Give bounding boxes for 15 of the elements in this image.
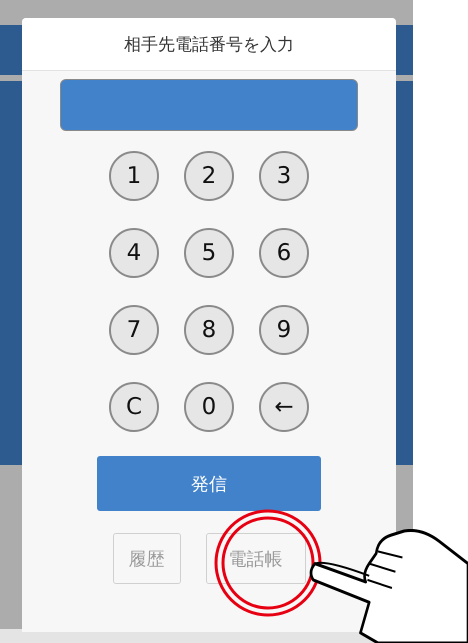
keypad-key[interactable]: 6 (259, 228, 309, 278)
keypad-key[interactable]: 2 (184, 151, 234, 201)
keypad-key[interactable]: 3 (259, 151, 309, 201)
keypad-key[interactable]: 4 (109, 228, 159, 278)
keypad-key[interactable]: 5 (184, 228, 234, 278)
keypad-key[interactable]: 9 (259, 305, 309, 355)
dialog-title: 相手先電話番号を入力 (22, 18, 396, 71)
keypad-key[interactable]: C (109, 382, 159, 432)
keypad-key[interactable]: 1 (109, 151, 159, 201)
keypad-key[interactable]: ← (259, 382, 309, 432)
keypad-key[interactable]: 8 (184, 305, 234, 355)
keypad-key[interactable]: 7 (109, 305, 159, 355)
phone-number-field[interactable] (60, 79, 358, 131)
call-button[interactable]: 発信 (97, 456, 321, 511)
keypad-key[interactable]: 0 (184, 382, 234, 432)
